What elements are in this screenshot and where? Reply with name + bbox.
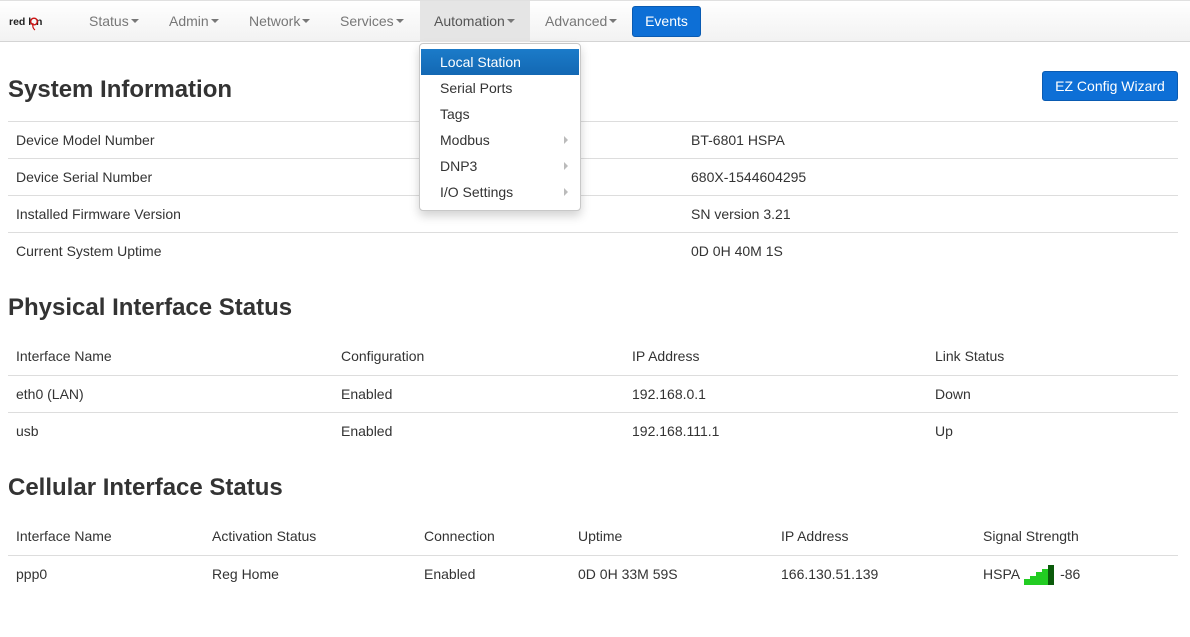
table-row: Device Model Number BT-6801 HSPA	[8, 121, 1178, 158]
column-header: Interface Name	[16, 348, 112, 364]
table-row: eth0 (LAN) Enabled 192.168.0.1 Down	[8, 375, 1178, 412]
submenu-arrow-icon	[564, 188, 568, 196]
table-row: usb Enabled 192.168.111.1 Up	[8, 412, 1178, 449]
nav-advanced[interactable]: Advanced	[545, 1, 618, 42]
info-value: BT-6801 HSPA	[691, 132, 785, 148]
signal-strength-icon	[1024, 565, 1056, 586]
menu-item-tags[interactable]: Tags	[421, 101, 579, 127]
submenu-arrow-icon	[564, 136, 568, 144]
info-value: SN version 3.21	[691, 206, 791, 222]
table-row: Device Serial Number 680X-1544604295	[8, 158, 1178, 195]
table-cell: 192.168.111.1	[632, 423, 720, 439]
system-information-title: System Information	[8, 76, 233, 103]
signal-tech: HSPA	[983, 566, 1021, 582]
signal-bar	[1048, 565, 1055, 586]
table-cell: Up	[935, 423, 953, 439]
redlion-logo[interactable]: red l n	[9, 13, 55, 31]
caret-down-icon	[130, 19, 139, 24]
nav-admin[interactable]: Admin	[169, 1, 219, 42]
column-header: Activation Status	[212, 528, 317, 544]
table-cell: 0D 0H 33M 59S	[578, 566, 678, 582]
nav-automation[interactable]: Automation	[420, 1, 530, 42]
nav-status[interactable]: Status	[89, 1, 139, 42]
menu-item-io-settings[interactable]: I/O Settings	[421, 179, 579, 205]
info-label: Device Model Number	[16, 132, 155, 148]
menu-item-label: Tags	[440, 106, 470, 122]
menu-item-serial-ports[interactable]: Serial Ports	[421, 75, 579, 101]
submenu-arrow-icon	[564, 162, 568, 170]
menu-item-dnp3[interactable]: DNP3	[421, 153, 579, 179]
info-value: 680X-1544604295	[691, 169, 807, 185]
table-row: Current System Uptime 0D 0H 40M 1S	[8, 232, 1178, 269]
ez-config-wizard-button[interactable]: EZ Config Wizard	[1042, 71, 1178, 101]
caret-down-icon	[302, 19, 311, 24]
column-header: Configuration	[341, 348, 425, 364]
menu-item-label: Modbus	[440, 132, 490, 148]
column-header: IP Address	[632, 348, 700, 364]
caret-down-icon	[609, 19, 618, 24]
cellular-interface-title: Cellular Interface Status	[8, 474, 283, 501]
physical-interface-title: Physical Interface Status	[8, 294, 293, 321]
events-button[interactable]: Events	[632, 6, 701, 37]
table-header-row: Interface Name Configuration IP Address …	[8, 338, 1178, 375]
automation-dropdown-menu: Local Station Serial Ports Tags Modbus D…	[419, 43, 581, 211]
signal-strength-cell: HSPA -86	[983, 556, 1080, 592]
caret-down-icon	[395, 19, 404, 24]
info-label: Installed Firmware Version	[16, 206, 181, 222]
nav-services-label: Services	[340, 13, 394, 29]
info-value: 0D 0H 40M 1S	[691, 243, 783, 259]
nav-automation-label: Automation	[434, 13, 505, 29]
nav-advanced-label: Advanced	[545, 13, 608, 29]
caret-down-icon	[506, 19, 515, 24]
column-header: Signal Strength	[983, 528, 1079, 544]
svg-text:red l: red l	[9, 16, 31, 28]
column-header: Interface Name	[16, 528, 112, 544]
nav-services[interactable]: Services	[340, 1, 404, 42]
nav-network-label: Network	[249, 13, 301, 29]
caret-down-icon	[210, 19, 219, 24]
info-label: Device Serial Number	[16, 169, 153, 185]
table-header-row: Interface Name Activation Status Connect…	[8, 518, 1178, 555]
table-cell: Enabled	[424, 566, 476, 582]
table-cell: 192.168.0.1	[632, 386, 706, 402]
menu-item-local-station[interactable]: Local Station	[421, 49, 579, 75]
nav-status-label: Status	[89, 13, 129, 29]
table-cell: Enabled	[341, 386, 393, 402]
info-label: Current System Uptime	[16, 243, 162, 259]
column-header: Link Status	[935, 348, 1005, 364]
menu-item-label: Local Station	[440, 54, 521, 70]
table-cell: usb	[16, 423, 39, 439]
table-cell: Enabled	[341, 423, 393, 439]
signal-dbm: -86	[1060, 566, 1081, 582]
nav-admin-label: Admin	[169, 13, 209, 29]
menu-item-label: DNP3	[440, 158, 478, 174]
menu-item-label: I/O Settings	[440, 184, 514, 200]
top-navbar: red l n Status Admin Network Services Au…	[0, 0, 1190, 42]
table-cell: Reg Home	[212, 566, 279, 582]
table-cell: 166.130.51.139	[781, 566, 879, 582]
column-header: Connection	[424, 528, 495, 544]
table-cell: eth0 (LAN)	[16, 386, 84, 402]
menu-item-label: Serial Ports	[440, 80, 513, 96]
table-cell: ppp0	[16, 566, 48, 582]
column-header: IP Address	[781, 528, 849, 544]
column-header: Uptime	[578, 528, 623, 544]
menu-item-modbus[interactable]: Modbus	[421, 127, 579, 153]
nav-network[interactable]: Network	[249, 1, 311, 42]
table-cell: Down	[935, 386, 971, 402]
table-row: Installed Firmware Version SN version 3.…	[8, 195, 1178, 232]
table-row: ppp0 Reg Home Enabled 0D 0H 33M 59S 166.…	[8, 555, 1178, 592]
